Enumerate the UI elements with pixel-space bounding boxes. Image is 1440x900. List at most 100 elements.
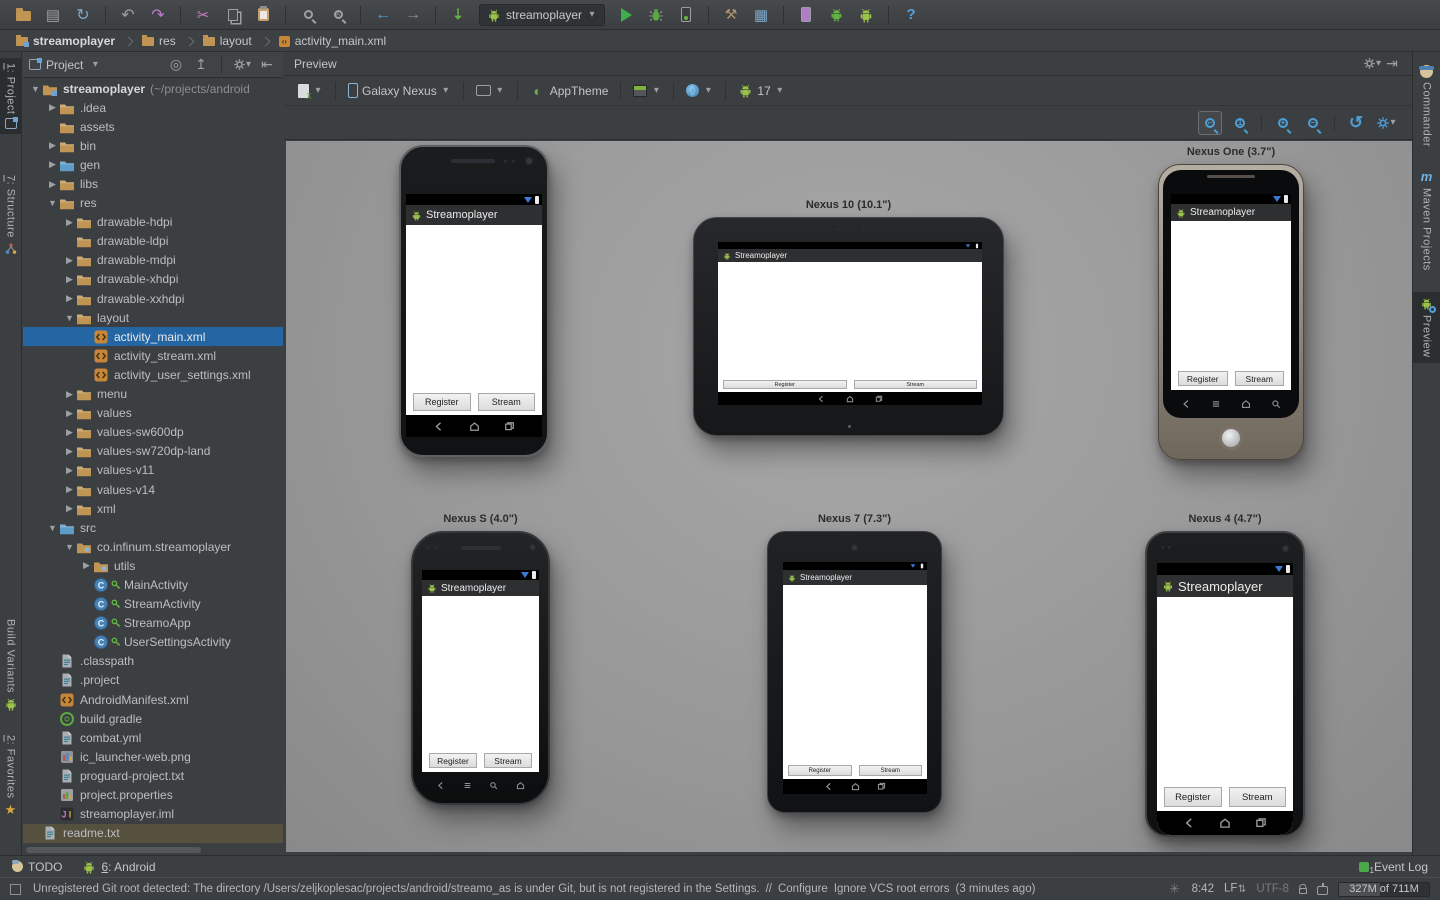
expand-arrow-icon[interactable]: ▶ — [63, 427, 76, 438]
tree-item[interactable]: assets — [23, 117, 283, 136]
attach-debugger-icon[interactable] — [673, 4, 699, 26]
device-nexus-4-preview[interactable]: Streamoplayer Register Stream — [1145, 531, 1305, 837]
tree-item[interactable]: ▶libs — [23, 174, 283, 193]
preview-settings-icon[interactable] — [1374, 111, 1398, 135]
avd-manager-icon[interactable] — [748, 4, 774, 26]
tree-item[interactable]: ▶values-sw600dp — [23, 423, 283, 442]
tree-item[interactable]: activity_main.xml — [23, 327, 283, 346]
locate-file-icon[interactable] — [166, 55, 186, 75]
api-level-select[interactable]: 17 — [732, 79, 790, 103]
breadcrumb-res[interactable]: res — [134, 31, 184, 52]
locale-select[interactable] — [680, 79, 719, 103]
tool-window-build-variants[interactable]: Build Variants — [0, 614, 21, 716]
tree-item[interactable]: activity_user_settings.xml — [23, 365, 283, 384]
tree-item[interactable]: ▶values-sw720dp-land — [23, 442, 283, 461]
hide-panel-icon[interactable] — [257, 55, 277, 75]
configure-link[interactable]: Configure — [778, 883, 828, 895]
forward-icon[interactable] — [400, 4, 426, 26]
tree-item[interactable]: ▶values-v11 — [23, 461, 283, 480]
expand-arrow-icon[interactable]: ▶ — [63, 217, 76, 228]
device-nexus-s-preview[interactable]: Streamoplayer Register Stream — [411, 531, 550, 805]
expand-arrow-icon[interactable]: ▶ — [63, 446, 76, 457]
tree-item[interactable]: activity_stream.xml — [23, 346, 283, 365]
collapse-arrow-icon[interactable]: ▼ — [63, 313, 76, 323]
zoom-in-icon[interactable]: + — [1271, 111, 1295, 135]
sdk-manager-icon[interactable] — [718, 4, 744, 26]
expand-arrow-icon[interactable]: ▶ — [63, 255, 76, 266]
back-icon[interactable] — [370, 4, 396, 26]
tree-item[interactable]: ▶.idea — [23, 98, 283, 117]
ignore-vcs-link[interactable]: Ignore VCS root errors — [834, 883, 950, 895]
run-configuration-select[interactable]: streamoplayer — [479, 4, 605, 26]
device-nexus-7-preview[interactable]: Streamoplayer Register Stream — [767, 531, 942, 813]
breadcrumb-project[interactable]: streamoplayer — [8, 31, 123, 52]
tree-item[interactable]: ▶drawable-hdpi — [23, 213, 283, 232]
expand-arrow-icon[interactable]: ▶ — [63, 293, 76, 304]
copy-icon[interactable] — [220, 4, 246, 26]
zoom-to-fit-icon[interactable]: ⌐ — [1198, 111, 1222, 135]
run-icon[interactable] — [613, 4, 639, 26]
layout-variant-select[interactable] — [627, 79, 667, 103]
tool-window-project[interactable]: 1: Project — [0, 58, 21, 134]
device-nexus-one-preview[interactable]: Streamoplayer Register Stream — [1158, 164, 1304, 460]
tree-item[interactable]: AndroidManifest.xml — [23, 690, 283, 709]
tree-item[interactable]: ▶menu — [23, 385, 283, 404]
tool-window-preview[interactable]: Preview — [1413, 292, 1440, 363]
tree-item[interactable]: ic_launcher-web.png — [23, 747, 283, 766]
debug-icon[interactable] — [643, 4, 669, 26]
collapse-arrow-icon[interactable]: ▼ — [29, 84, 42, 94]
tree-item[interactable]: project.properties — [23, 785, 283, 804]
zoom-actual-icon[interactable]: 1 — [1228, 111, 1252, 135]
tree-item[interactable]: .classpath — [23, 652, 283, 671]
tool-window-maven[interactable]: m Maven Projects — [1413, 164, 1440, 276]
tree-item[interactable]: ▶drawable-xhdpi — [23, 270, 283, 289]
tree-item[interactable]: ▶xml — [23, 499, 283, 518]
expand-arrow-icon[interactable]: ▶ — [46, 179, 59, 190]
settings-gear-icon[interactable] — [232, 55, 252, 75]
open-folder-icon[interactable] — [10, 4, 36, 26]
tree-item[interactable]: StreamoApp — [23, 614, 283, 633]
compare-icon[interactable] — [445, 4, 471, 26]
undo-icon[interactable] — [115, 4, 141, 26]
expand-arrow-icon[interactable]: ▶ — [63, 389, 76, 400]
encoding-select[interactable]: UTF-8 — [1256, 883, 1289, 895]
redo-icon[interactable] — [145, 4, 171, 26]
breadcrumb-layout[interactable]: layout — [195, 31, 260, 52]
tree-item[interactable]: ▶utils — [23, 556, 283, 575]
device-select[interactable]: Galaxy Nexus — [342, 79, 457, 103]
zoom-out-icon[interactable]: − — [1301, 111, 1325, 135]
orientation-select[interactable] — [470, 79, 511, 103]
tree-item[interactable]: streamoplayer.iml — [23, 805, 283, 824]
tree-item[interactable]: .project — [23, 671, 283, 690]
tree-item[interactable]: ▶gen — [23, 155, 283, 174]
horizontal-scrollbar[interactable] — [26, 847, 201, 853]
tree-item[interactable]: ▶bin — [23, 136, 283, 155]
collapse-all-icon[interactable] — [191, 55, 211, 75]
todo-button[interactable]: TODO — [12, 860, 62, 874]
tree-item[interactable]: ▼res — [23, 194, 283, 213]
tree-item[interactable]: UserSettingsActivity — [23, 633, 283, 652]
expand-arrow-icon[interactable]: ▶ — [46, 140, 59, 151]
collapse-arrow-icon[interactable]: ▼ — [46, 198, 59, 208]
replace-icon[interactable] — [325, 4, 351, 26]
expand-arrow-icon[interactable]: ▶ — [63, 274, 76, 285]
device-monitor-icon[interactable] — [793, 4, 819, 26]
inspections-hector-icon[interactable] — [1317, 886, 1328, 895]
find-icon[interactable] — [295, 4, 321, 26]
event-log-button[interactable]: Event Log — [1359, 860, 1428, 874]
save-all-icon[interactable] — [40, 4, 66, 26]
unlock-icon[interactable] — [1299, 888, 1307, 894]
tree-item[interactable]: ▼layout — [23, 308, 283, 327]
device-galaxy-nexus-preview[interactable]: Streamoplayer Register Stream — [399, 145, 549, 457]
synchronize-icon[interactable] — [70, 4, 96, 26]
tool-window-commander[interactable]: Commander — [1413, 60, 1440, 152]
hide-panel-icon[interactable] — [1382, 54, 1402, 74]
line-ending-select[interactable]: LF — [1224, 878, 1246, 900]
collapse-arrow-icon[interactable]: ▼ — [46, 523, 59, 533]
expand-arrow-icon[interactable]: ▶ — [46, 102, 59, 113]
expand-arrow-icon[interactable]: ▶ — [63, 408, 76, 419]
cut-icon[interactable] — [190, 4, 216, 26]
expand-arrow-icon[interactable]: ▶ — [63, 465, 76, 476]
tree-item[interactable]: ▶drawable-mdpi — [23, 251, 283, 270]
expand-arrow-icon[interactable]: ▶ — [63, 503, 76, 514]
